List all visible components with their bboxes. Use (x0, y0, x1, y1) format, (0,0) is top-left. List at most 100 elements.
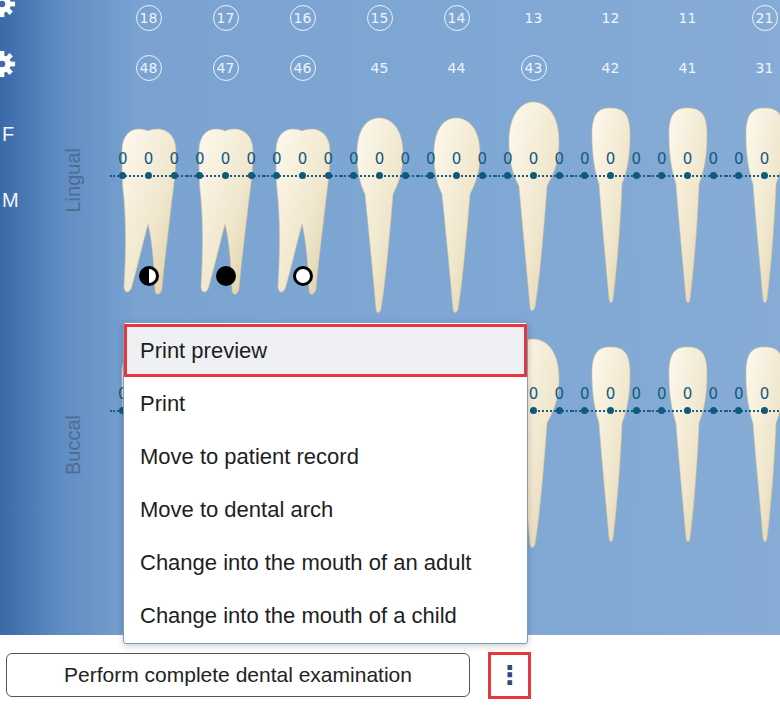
more-button[interactable]: ⋮ (488, 652, 531, 699)
value-text[interactable]: 0 (118, 150, 128, 168)
tooth-number[interactable]: 14 (444, 5, 470, 31)
value-dot[interactable] (556, 172, 563, 179)
value-dot[interactable] (145, 172, 152, 179)
value-text[interactable]: 0 (554, 385, 564, 403)
tooth-number[interactable]: 47 (213, 55, 239, 81)
value-text[interactable]: 0 (708, 150, 718, 168)
value-dot[interactable] (761, 407, 768, 414)
value-text[interactable]: 0 (606, 385, 616, 403)
side-letter[interactable]: M (2, 188, 40, 212)
value-dot[interactable] (453, 172, 460, 179)
tooth-number[interactable]: 12 (598, 5, 624, 31)
tooth-number[interactable]: 42 (598, 55, 624, 81)
value-dot[interactable] (171, 172, 178, 179)
exam-button[interactable]: Perform complete dental examination (6, 653, 470, 697)
value-dot[interactable] (684, 172, 691, 179)
value-dot[interactable] (530, 172, 537, 179)
value-dot[interactable] (735, 172, 742, 179)
value-text[interactable]: 0 (657, 385, 667, 403)
value-text[interactable]: 0 (554, 150, 564, 168)
value-text[interactable]: 0 (734, 150, 744, 168)
tooth-number[interactable]: 44 (444, 55, 470, 81)
tooth-icon[interactable] (726, 335, 780, 635)
value-dot[interactable] (633, 407, 640, 414)
value-dot[interactable] (427, 172, 434, 179)
value-dot[interactable] (735, 407, 742, 414)
value-dot[interactable] (119, 172, 126, 179)
tooth-number[interactable]: 18 (136, 5, 162, 31)
tooth-icon[interactable] (495, 100, 572, 335)
value-dot[interactable] (556, 407, 563, 414)
value-dot[interactable] (350, 172, 357, 179)
value-dot[interactable] (325, 172, 332, 179)
value-text[interactable]: 0 (323, 150, 333, 168)
tooth-icon[interactable] (418, 100, 495, 335)
value-dot[interactable] (607, 172, 614, 179)
tooth-icon[interactable] (187, 100, 264, 335)
menu-item[interactable]: Print preview (124, 324, 527, 377)
value-dot[interactable] (761, 172, 768, 179)
value-dot[interactable] (479, 172, 486, 179)
value-text[interactable]: 0 (734, 385, 744, 403)
tooth-icon[interactable] (572, 100, 649, 335)
value-text[interactable]: 0 (349, 150, 359, 168)
menu-item[interactable]: Change into the mouth of a child (124, 589, 527, 642)
value-dot[interactable] (299, 172, 306, 179)
value-text[interactable]: 0 (426, 150, 436, 168)
tooth-icon[interactable] (110, 100, 187, 335)
value-dot[interactable] (633, 172, 640, 179)
value-dot[interactable] (273, 172, 280, 179)
tooth-icon[interactable] (649, 335, 726, 635)
menu-item[interactable]: Move to dental arch (124, 483, 527, 536)
value-text[interactable]: 0 (529, 150, 539, 168)
value-dot[interactable] (376, 172, 383, 179)
value-text[interactable]: 0 (375, 150, 385, 168)
value-text[interactable]: 0 (144, 150, 154, 168)
menu-item[interactable]: Change into the mouth of an adult (124, 536, 527, 589)
value-text[interactable]: 0 (529, 385, 539, 403)
gear-icon[interactable] (0, 50, 16, 78)
tooth-number[interactable]: 31 (752, 55, 778, 81)
tooth-icon[interactable] (572, 335, 649, 635)
tooth-number[interactable]: 13 (521, 5, 547, 31)
tooth-number[interactable]: 17 (213, 5, 239, 31)
tooth-number[interactable]: 16 (290, 5, 316, 31)
value-dot[interactable] (581, 407, 588, 414)
tooth-number[interactable]: 21 (752, 5, 778, 31)
value-dot[interactable] (710, 172, 717, 179)
value-text[interactable]: 0 (760, 385, 770, 403)
value-dot[interactable] (581, 172, 588, 179)
tooth-number[interactable]: 15 (367, 5, 393, 31)
tooth-number[interactable]: 41 (675, 55, 701, 81)
status-marker[interactable] (139, 266, 159, 286)
menu-item[interactable]: Move to patient record (124, 430, 527, 483)
tooth-icon[interactable] (264, 100, 341, 335)
value-dot[interactable] (658, 172, 665, 179)
tooth-icon[interactable] (649, 100, 726, 335)
gear-icon[interactable] (0, 0, 16, 18)
value-text[interactable]: 0 (272, 150, 282, 168)
tooth-number[interactable]: 48 (136, 55, 162, 81)
value-text[interactable]: 0 (221, 150, 231, 168)
value-dot[interactable] (658, 407, 665, 414)
value-dot[interactable] (607, 407, 614, 414)
status-marker[interactable] (293, 266, 313, 286)
value-text[interactable]: 0 (580, 150, 590, 168)
value-text[interactable]: 0 (683, 385, 693, 403)
tooth-number[interactable]: 43 (521, 55, 547, 81)
value-dot[interactable] (684, 407, 691, 414)
value-text[interactable]: 0 (683, 150, 693, 168)
value-dot[interactable] (530, 407, 537, 414)
value-text[interactable]: 0 (631, 150, 641, 168)
side-letter[interactable]: F (2, 122, 40, 146)
value-dot[interactable] (504, 172, 511, 179)
value-dot[interactable] (402, 172, 409, 179)
value-dot[interactable] (248, 172, 255, 179)
value-text[interactable]: 0 (657, 150, 667, 168)
tooth-icon[interactable] (341, 100, 418, 335)
value-text[interactable]: 0 (452, 150, 462, 168)
value-text[interactable]: 0 (298, 150, 308, 168)
value-text[interactable]: 0 (503, 150, 513, 168)
status-marker[interactable] (216, 266, 236, 286)
value-text[interactable]: 0 (246, 150, 256, 168)
